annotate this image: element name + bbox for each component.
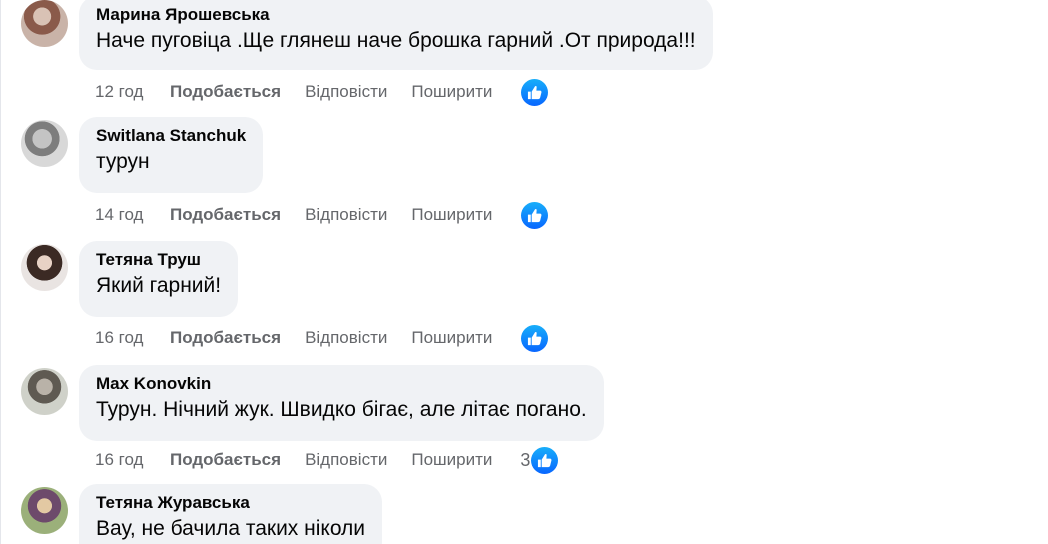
comment-actions: 14 год Подобається Відповісти Поширити [95, 200, 549, 230]
like-button[interactable]: Подобається [170, 205, 281, 225]
like-button[interactable]: Подобається [170, 450, 281, 470]
share-button[interactable]: Поширити [411, 450, 492, 470]
comment-bubble: Max Konovkin Турун. Нічний жук. Швидко б… [79, 365, 604, 441]
like-button[interactable]: Подобається [170, 328, 281, 348]
like-button[interactable]: Подобається [170, 82, 281, 102]
avatar[interactable] [21, 0, 68, 47]
comment-author[interactable]: Switlana Stanchuk [96, 125, 246, 146]
comment-text: турун [96, 150, 150, 173]
comments-panel: Марина Ярошевська Наче пуговіца .Ще глян… [0, 0, 1048, 544]
comment-bubble: Марина Ярошевська Наче пуговіца .Ще глян… [79, 0, 713, 70]
comment-bubble: Switlana Stanchuk турун [79, 117, 264, 193]
comment-bubble: Тетяна Труш Який гарний! [79, 241, 239, 317]
comment-text: Який гарний! [96, 274, 222, 297]
reaction-badge[interactable] [520, 201, 549, 229]
comment-timestamp[interactable]: 16 год [95, 328, 170, 348]
reply-button[interactable]: Відповісти [305, 450, 387, 470]
like-reaction-icon [521, 78, 549, 106]
comment-author[interactable]: Max Konovkin [96, 373, 587, 394]
like-reaction-icon [521, 201, 549, 229]
comment-timestamp[interactable]: 16 год [95, 450, 170, 470]
comment-bubble: Тетяна Журавська Вау, не бачила таких ні… [79, 484, 383, 544]
comment-text: Вау, не бачила таких ніколи [96, 517, 366, 540]
reaction-badge[interactable] [520, 78, 549, 106]
reaction-count: 3 [520, 449, 531, 470]
reaction-badge[interactable]: 3 [520, 446, 559, 474]
reaction-badge[interactable] [520, 324, 549, 352]
avatar[interactable] [21, 368, 68, 415]
comment-actions: 16 год Подобається Відповісти Поширити [95, 323, 549, 353]
comment-author[interactable]: Тетяна Журавська [96, 492, 365, 513]
reply-button[interactable]: Відповісти [305, 82, 387, 102]
avatar[interactable] [21, 244, 68, 291]
comment-text: Наче пуговіца .Ще глянеш наче брошка гар… [96, 29, 696, 52]
comment-timestamp[interactable]: 14 год [95, 205, 170, 225]
share-button[interactable]: Поширити [411, 328, 492, 348]
avatar[interactable] [21, 120, 68, 167]
avatar[interactable] [21, 487, 68, 534]
comment-author[interactable]: Тетяна Труш [96, 249, 221, 270]
reply-button[interactable]: Відповісти [305, 205, 387, 225]
share-button[interactable]: Поширити [411, 82, 492, 102]
comment-actions: 16 год Подобається Відповісти Поширити 3 [95, 445, 559, 475]
comment-author[interactable]: Марина Ярошевська [96, 4, 696, 25]
reply-button[interactable]: Відповісти [305, 328, 387, 348]
comment-text: Турун. Нічний жук. Швидко бігає, але літ… [96, 398, 587, 421]
comment-actions: 12 год Подобається Відповісти Поширити [95, 77, 549, 107]
comment-timestamp[interactable]: 12 год [95, 82, 170, 102]
share-button[interactable]: Поширити [411, 205, 492, 225]
like-reaction-icon [521, 324, 549, 352]
like-reaction-icon [531, 446, 559, 474]
